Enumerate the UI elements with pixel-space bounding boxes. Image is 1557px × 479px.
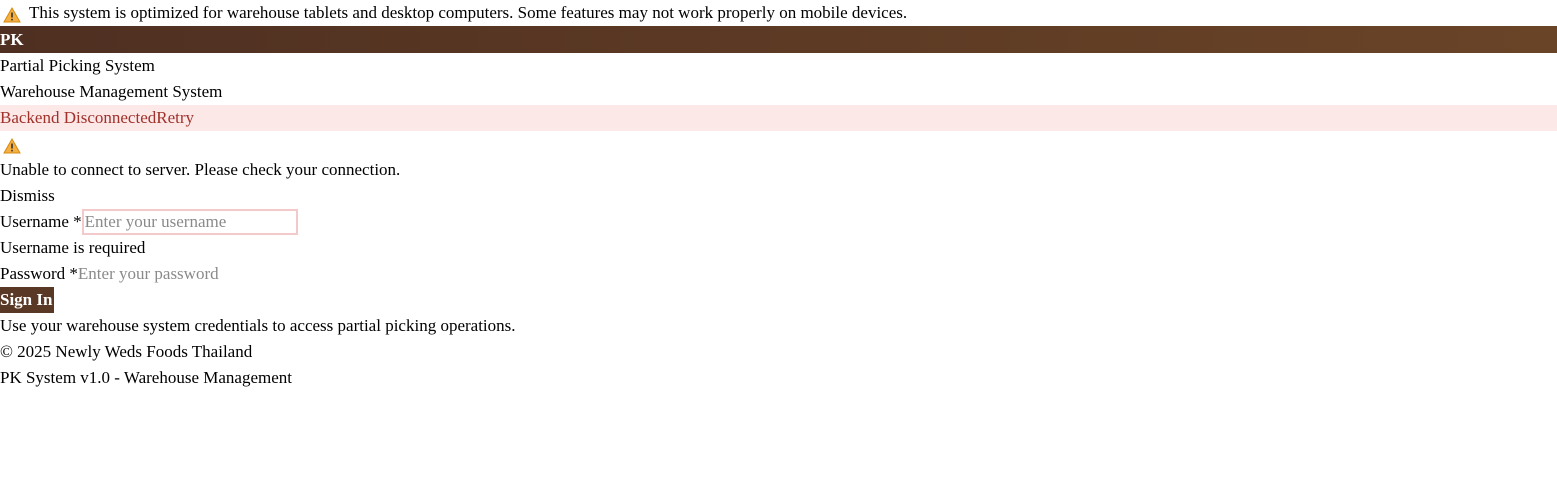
username-label: Username * — [0, 212, 82, 231]
device-notice-text: This system is optimized for warehouse t… — [29, 3, 908, 22]
alert-icon-row — [0, 131, 1557, 157]
connection-status-text: Backend Disconnected — [0, 108, 157, 127]
retry-button[interactable]: Retry — [156, 108, 194, 127]
username-field-row: Username * — [0, 209, 1557, 235]
copyright: © 2025 Newly Weds Foods Thailand — [0, 342, 253, 361]
connection-status-banner: Backend DisconnectedRetry — [0, 105, 1557, 131]
app-subtitle: Warehouse Management System — [0, 82, 223, 101]
app-title: Partial Picking System — [0, 56, 155, 75]
username-input[interactable] — [81, 209, 298, 235]
help-text: Use your warehouse system credentials to… — [0, 316, 516, 335]
version-info: PK System v1.0 - Warehouse Management — [0, 368, 292, 387]
alert-message: Unable to connect to server. Please chec… — [0, 160, 401, 179]
username-error: Username is required — [0, 238, 146, 257]
app-header: PK — [0, 26, 1557, 53]
warning-icon — [3, 136, 21, 154]
password-field-row: Password * — [0, 261, 1557, 287]
device-notice: This system is optimized for warehouse t… — [0, 0, 1557, 26]
dismiss-button[interactable]: Dismiss — [0, 186, 55, 205]
password-label: Password * — [0, 264, 78, 283]
app-logo: PK — [0, 30, 24, 49]
warning-icon — [3, 5, 21, 23]
password-input[interactable] — [77, 261, 278, 287]
sign-in-button[interactable]: Sign In — [0, 287, 54, 313]
